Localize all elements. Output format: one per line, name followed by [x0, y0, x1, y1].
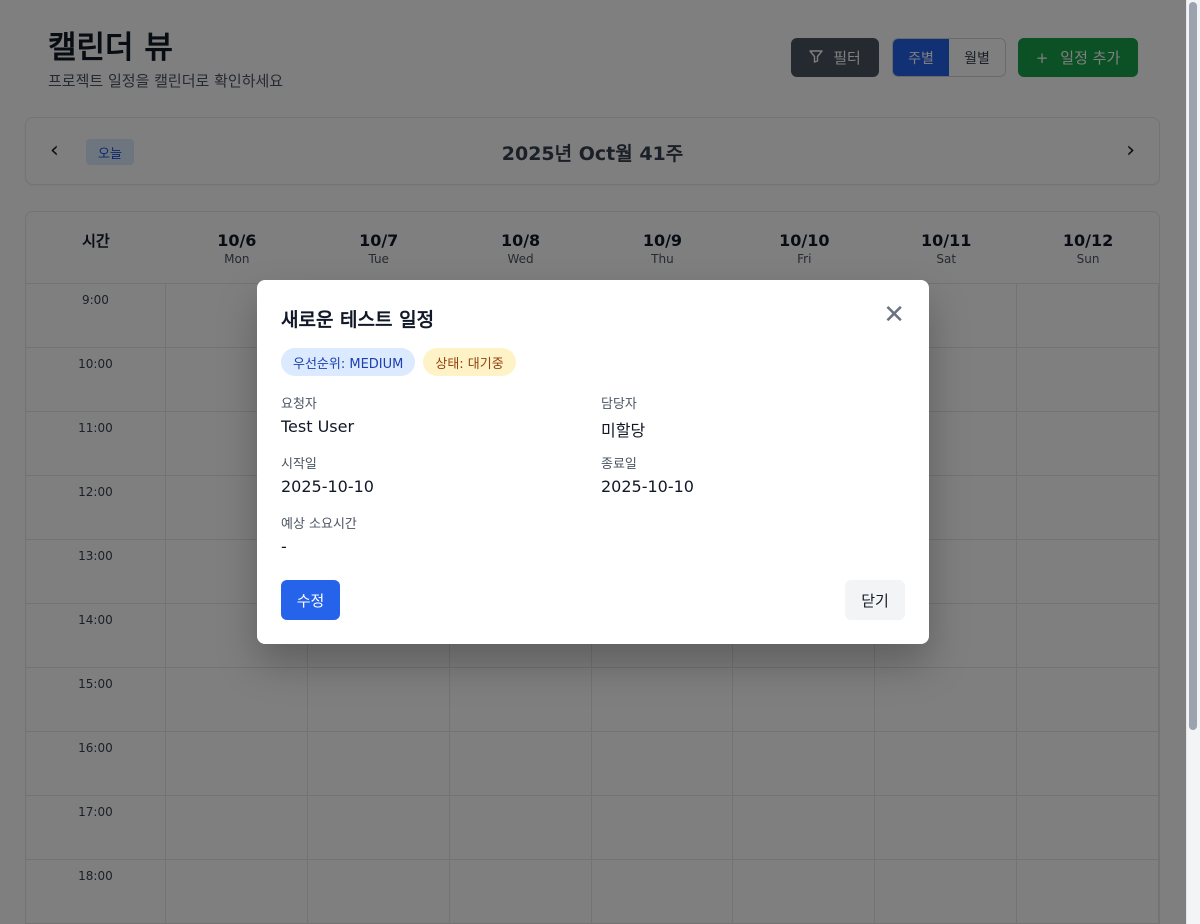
priority-badge: 우선순위: MEDIUM — [281, 348, 416, 376]
requester-label: 요청자 — [281, 397, 317, 412]
start-date-value: 2025-10-10 — [281, 477, 374, 496]
badge-group: 우선순위: MEDIUM 상태: 대기중 — [281, 348, 516, 376]
requester-value: Test User — [281, 417, 355, 436]
scrollbar-thumb[interactable] — [1189, 2, 1197, 730]
requester-field: 요청자 Test User — [281, 393, 354, 436]
modal-title: 새로운 테스트 일정 — [281, 309, 435, 331]
duration-field: 예상 소요시간 - — [281, 513, 357, 556]
assignee-label: 담당자 — [601, 397, 637, 412]
end-date-value: 2025-10-10 — [601, 477, 694, 496]
end-date-label: 종료일 — [601, 457, 637, 472]
assignee-value: 미할당 — [601, 421, 646, 440]
duration-label: 예상 소요시간 — [281, 517, 357, 532]
close-button[interactable]: 닫기 — [845, 580, 905, 620]
start-date-field: 시작일 2025-10-10 — [281, 453, 374, 496]
duration-value: - — [281, 537, 287, 556]
event-detail-modal: 새로운 테스트 일정 ✕ 우선순위: MEDIUM 상태: 대기중 요청자 Te… — [257, 280, 929, 644]
end-date-field: 종료일 2025-10-10 — [601, 453, 694, 496]
start-date-label: 시작일 — [281, 457, 317, 472]
page-scrollbar[interactable] — [1186, 0, 1200, 924]
status-badge: 상태: 대기중 — [423, 348, 516, 376]
assignee-field: 담당자 미할당 — [601, 393, 645, 441]
close-icon[interactable]: ✕ — [883, 302, 905, 328]
edit-button[interactable]: 수정 — [281, 580, 340, 620]
